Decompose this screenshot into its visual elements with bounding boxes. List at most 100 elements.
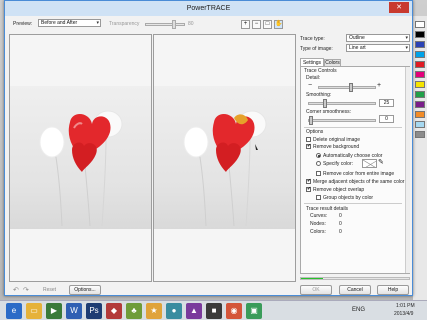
plus-icon[interactable]: + xyxy=(377,82,381,89)
preview-value: Before and After xyxy=(41,20,78,26)
trace-type-select[interactable]: Outline ▾ xyxy=(346,34,410,42)
swatch-light-blue[interactable] xyxy=(415,121,425,128)
options-button[interactable]: Options... xyxy=(69,285,101,295)
pan-icon[interactable]: ✋ xyxy=(274,20,283,29)
merge-adjacent-checkbox[interactable] xyxy=(306,179,311,184)
group-by-color-checkbox[interactable] xyxy=(316,195,321,200)
options-heading: Options xyxy=(306,129,324,135)
remove-overlap-checkbox[interactable] xyxy=(306,187,311,192)
zoom-out-icon[interactable]: − xyxy=(252,20,261,29)
corner-smoothness-slider[interactable] xyxy=(308,116,376,125)
after-image xyxy=(154,86,295,229)
merge-adjacent-label: Merge adjacent objects of the same color xyxy=(313,179,405,185)
swatch-black[interactable] xyxy=(415,31,425,38)
app-icon-7[interactable]: ◉ xyxy=(226,303,242,319)
ok-button[interactable]: OK xyxy=(300,285,332,295)
close-button[interactable]: ✕ xyxy=(389,2,409,13)
balloons-photo xyxy=(39,110,123,227)
remove-entire-checkbox[interactable] xyxy=(316,171,321,176)
clock-date[interactable]: 2013/4/9 xyxy=(394,311,413,317)
preview-select[interactable]: Before and After ▾ xyxy=(38,19,101,27)
app-icon-6[interactable]: ■ xyxy=(206,303,222,319)
after-preview-pane[interactable] xyxy=(153,34,296,282)
swatch-white[interactable] xyxy=(415,21,425,28)
word-icon[interactable]: W xyxy=(66,303,82,319)
curves-label: Curves: xyxy=(310,213,328,219)
swatch-yellow[interactable] xyxy=(415,81,425,88)
type-of-image-label: Type of image: xyxy=(300,46,333,52)
chevron-down-icon: ▾ xyxy=(405,35,408,41)
language-indicator[interactable]: ENG xyxy=(352,307,365,313)
swatch-green[interactable] xyxy=(415,91,425,98)
chevron-down-icon: ▾ xyxy=(96,20,99,26)
smoothing-input[interactable]: 25 xyxy=(379,99,394,107)
swatch-cyan[interactable] xyxy=(415,51,425,58)
swatch-orange[interactable] xyxy=(415,111,425,118)
cancel-button[interactable]: Cancel xyxy=(339,285,371,295)
reset-button[interactable]: Reset xyxy=(43,287,56,293)
before-preview-pane[interactable] xyxy=(9,34,152,282)
taskbar: e ▭ ▶ W Ps ◆ ♣ ★ ● ▲ ■ ◉ ▣ ENG 1:01 PM 2… xyxy=(0,300,427,320)
zoom-in-icon[interactable]: + xyxy=(241,20,250,29)
delete-original-checkbox[interactable] xyxy=(306,137,311,142)
detail-slider-thumb[interactable] xyxy=(348,83,353,92)
undo-icon[interactable]: ↶ xyxy=(13,286,19,294)
swatch-red[interactable] xyxy=(415,61,425,68)
detail-slider[interactable] xyxy=(318,83,376,92)
minus-icon[interactable]: − xyxy=(308,82,312,89)
swatch-magenta[interactable] xyxy=(415,71,425,78)
curves-value: 0 xyxy=(339,213,342,219)
specify-color-radio[interactable] xyxy=(316,161,321,166)
swatch-blue[interactable] xyxy=(415,41,425,48)
remove-background-label: Remove background xyxy=(313,144,360,150)
transparency-value: 80 xyxy=(188,21,194,27)
fit-icon[interactable]: □ xyxy=(263,20,272,29)
progress-bar xyxy=(300,277,410,280)
app-icon[interactable]: ◆ xyxy=(106,303,122,319)
color-swatch-button[interactable] xyxy=(362,159,377,168)
smoothing-slider[interactable] xyxy=(308,99,376,108)
mouse-cursor xyxy=(255,144,258,150)
nodes-value: 0 xyxy=(339,221,342,227)
trace-controls-heading: Trace Controls xyxy=(304,68,337,74)
type-of-image-select[interactable]: Line art ▾ xyxy=(346,44,410,52)
smoothing-slider-thumb[interactable] xyxy=(323,99,327,108)
swatch-gray[interactable] xyxy=(415,131,425,138)
trace-type-value: Outline xyxy=(349,35,365,41)
auto-choose-radio[interactable] xyxy=(316,153,321,158)
photoshop-icon[interactable]: Ps xyxy=(86,303,102,319)
colors-label: Colors: xyxy=(310,229,326,235)
corner-smoothness-input[interactable]: 0 xyxy=(379,115,394,123)
transparency-thumb[interactable] xyxy=(172,20,176,29)
app-icon-5[interactable]: ▲ xyxy=(186,303,202,319)
remove-background-checkbox[interactable] xyxy=(306,144,311,149)
help-button[interactable]: Help xyxy=(377,285,409,295)
media-icon[interactable]: ▶ xyxy=(46,303,62,319)
delete-original-label: Delete original image xyxy=(313,137,360,143)
folder-icon[interactable]: ▭ xyxy=(26,303,42,319)
color-palette[interactable] xyxy=(413,16,427,300)
app-icon-4[interactable]: ● xyxy=(166,303,182,319)
corner-smoothness-thumb[interactable] xyxy=(309,116,313,125)
panel-scrollbar[interactable] xyxy=(405,67,410,273)
before-image xyxy=(10,86,151,229)
colors-value: 0 xyxy=(339,229,342,235)
preview-label: Preview: xyxy=(13,21,33,27)
group-by-color-label: Group objects by color xyxy=(323,195,374,201)
powertrace-dialog: PowerTRACE ✕ Preview: Before and After ▾… xyxy=(4,0,413,296)
app-icon-3[interactable]: ★ xyxy=(146,303,162,319)
divider xyxy=(304,127,402,128)
redo-icon[interactable]: ↷ xyxy=(23,286,29,294)
app-icon-2[interactable]: ♣ xyxy=(126,303,142,319)
transparency-slider[interactable] xyxy=(145,20,185,29)
ie-icon[interactable]: e xyxy=(6,303,22,319)
trace-type-label: Trace type: xyxy=(300,36,325,42)
balloons-traced xyxy=(183,110,267,227)
detail-label: Detail: xyxy=(306,75,321,81)
divider xyxy=(304,203,402,204)
clock-time[interactable]: 1:01 PM xyxy=(396,303,415,309)
swatch-purple[interactable] xyxy=(415,101,425,108)
transparency-label: Transparency xyxy=(109,21,140,27)
app-icon-8[interactable]: ▣ xyxy=(246,303,262,319)
eyedropper-icon[interactable]: ✎ xyxy=(378,158,384,166)
